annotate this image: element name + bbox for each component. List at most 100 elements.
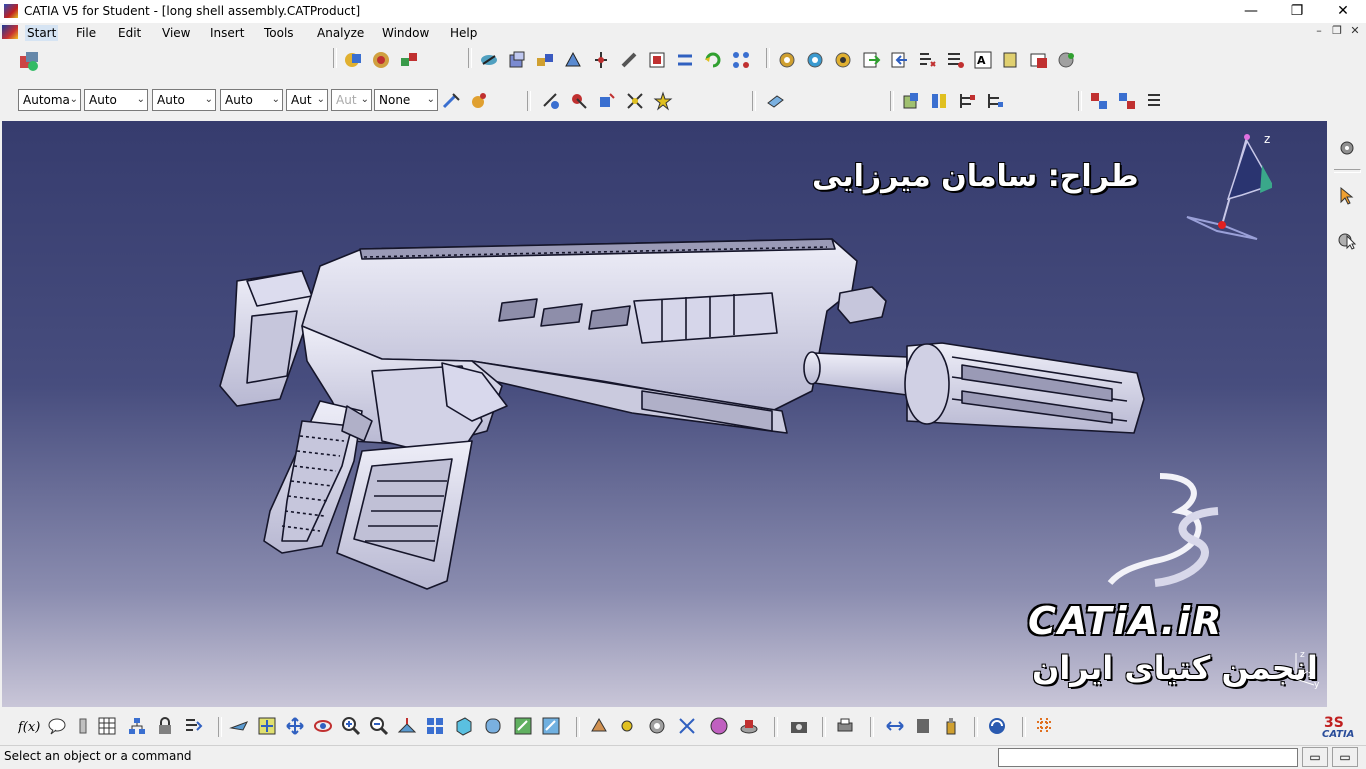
component-tree-icon[interactable] [1116,90,1138,112]
fly-mode-icon[interactable] [228,715,250,737]
manipulation-icon[interactable] [478,49,500,71]
menu-help[interactable]: Help [448,25,479,41]
measure-inertia-icon[interactable] [596,90,618,112]
comment-icon[interactable] [46,715,68,737]
sectioning-icon[interactable] [652,90,674,112]
compass-widget[interactable]: z x y [1182,127,1272,247]
menu-file[interactable]: File [74,25,98,41]
mdi-minimize-button[interactable]: – [1310,24,1328,40]
measure-item-icon[interactable] [568,90,590,112]
catalog-browser-icon[interactable] [764,90,786,112]
component-list-icon[interactable] [1144,90,1166,112]
gear-icon[interactable] [776,49,798,71]
scene-view-icon[interactable] [900,90,922,112]
sphere-icon[interactable] [708,715,730,737]
menu-insert[interactable]: Insert [208,25,246,41]
gear-settings-icon[interactable] [804,49,826,71]
import-icon[interactable] [888,49,910,71]
swirl-icon[interactable] [986,715,1008,737]
workbench-icon[interactable] [18,50,40,72]
export-icon[interactable] [860,49,882,71]
material-icon[interactable] [468,90,490,112]
gear-analysis-icon[interactable] [832,49,854,71]
fit-all-icon[interactable] [256,715,278,737]
knowledge-icon[interactable] [928,90,950,112]
3d-viewport[interactable]: z x y طراح: سامان میرزایی CATiA.iR انجمن… [2,121,1327,707]
tree-list-icon[interactable] [984,90,1006,112]
lock-icon[interactable] [154,715,176,737]
minimize-button[interactable]: — [1228,0,1274,23]
angle-constraint-icon[interactable] [674,49,696,71]
existing-component-icon[interactable] [398,49,420,71]
menu-analyze[interactable]: Analyze [315,25,366,41]
zoom-in-icon[interactable] [340,715,362,737]
pan-icon[interactable] [284,715,306,737]
offset-constraint-icon[interactable] [646,49,668,71]
hide-show-icon[interactable] [512,715,534,737]
clash-icon[interactable] [624,90,646,112]
parameter-icon[interactable] [72,715,94,737]
text-annotation-icon[interactable]: A [972,49,994,71]
reuse-pattern-icon[interactable] [730,49,752,71]
select-gear-icon[interactable] [1336,229,1358,251]
status-restore-icon[interactable]: ▭ [1332,747,1358,767]
measure-icon[interactable] [540,90,562,112]
iso-view-icon[interactable] [452,715,474,737]
fill-color-select[interactable]: Automa ⌄ [18,89,81,111]
snap-icon[interactable] [562,49,584,71]
line-type-select[interactable]: Auto ⌄ [220,89,283,111]
light-icon[interactable] [616,715,638,737]
gear-options-icon[interactable] [1056,49,1078,71]
rotate-icon[interactable] [312,715,334,737]
print-icon[interactable] [834,715,856,737]
close-button[interactable]: ✕ [1320,0,1366,23]
swap-visible-space-icon[interactable] [540,715,562,737]
contact-constraint-icon[interactable] [618,49,640,71]
command-input[interactable] [998,748,1298,767]
mdi-close-button[interactable]: ✕ [1346,24,1364,40]
flag-note-icon[interactable] [1000,49,1022,71]
table-icon[interactable] [96,715,118,737]
status-toggle-icon[interactable]: ▭ [1302,747,1328,767]
turntable-icon[interactable] [738,715,760,737]
select-arrow-icon[interactable] [1336,185,1358,207]
camera-icon[interactable] [788,715,810,737]
macro-icon[interactable] [182,715,204,737]
grid-icon[interactable] [1034,715,1056,737]
transparency-select[interactable]: Auto ⌄ [84,89,148,111]
zoom-out-icon[interactable] [368,715,390,737]
document-icon[interactable] [2,25,18,39]
shading-icon[interactable] [482,715,504,737]
menu-start[interactable]: Start [25,25,59,41]
environment-icon[interactable] [676,715,698,737]
menu-edit[interactable]: Edit [116,25,143,41]
menu-view[interactable]: View [160,25,192,41]
part-icon[interactable] [370,49,392,71]
menu-window[interactable]: Window [380,25,431,41]
hierarchy-icon[interactable] [126,715,148,737]
gear-icon[interactable] [1336,137,1358,159]
bottle-icon[interactable] [940,715,962,737]
gear-icon[interactable] [646,715,668,737]
product-icon[interactable] [342,49,364,71]
render-icon[interactable] [588,715,610,737]
coincidence-constraint-icon[interactable] [590,49,612,71]
stop-manipulate-icon[interactable] [534,49,556,71]
list-icon[interactable] [944,49,966,71]
menu-tools[interactable]: Tools [262,25,296,41]
update-icon[interactable] [702,49,724,71]
dimension-icon[interactable] [884,715,906,737]
layer-select[interactable]: None ⌄ [374,89,438,111]
annotation-icon[interactable] [912,715,934,737]
multi-view-icon[interactable] [424,715,446,737]
formula-icon[interactable]: f(x) [18,715,40,737]
painter-icon[interactable] [440,90,462,112]
tree-icon[interactable] [956,90,978,112]
component-icon[interactable] [1088,90,1110,112]
explode-icon[interactable] [506,49,528,71]
restore-button[interactable]: ❐ [1274,0,1320,23]
point-type-select[interactable]: Aut ⌄ [286,89,328,111]
normal-view-icon[interactable] [396,715,418,737]
mdi-restore-button[interactable]: ❐ [1328,24,1346,40]
line-thickness-select[interactable]: Auto ⌄ [152,89,216,111]
